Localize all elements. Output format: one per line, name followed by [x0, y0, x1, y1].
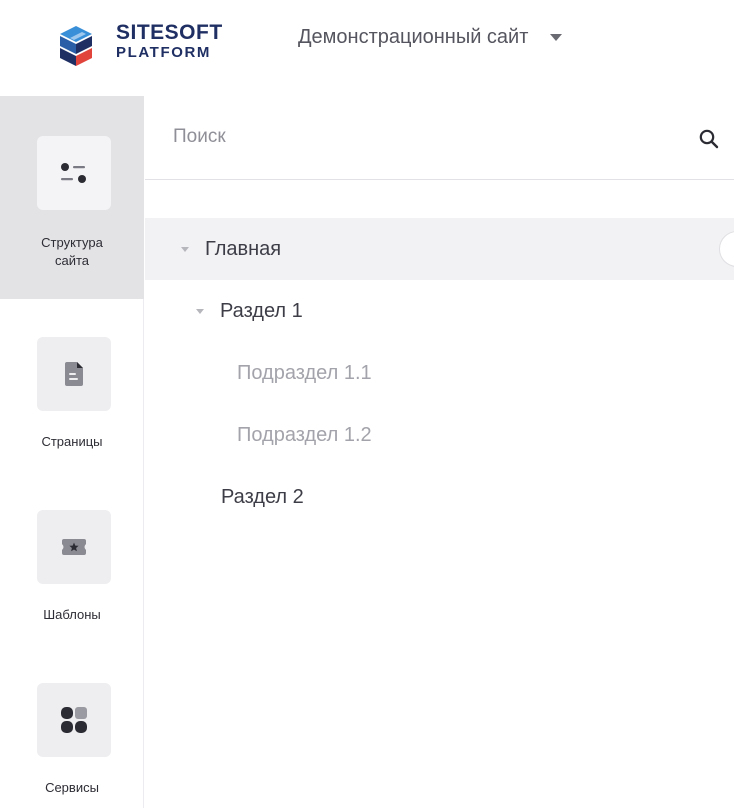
tree-node-home[interactable]: Главная: [145, 218, 734, 280]
tree-node-section-1[interactable]: Раздел 1: [145, 280, 734, 342]
chevron-down-icon[interactable]: [196, 308, 204, 314]
tree-node-section-2[interactable]: Раздел 2: [145, 466, 734, 528]
site-selector-value: Демонстрационный сайт: [298, 25, 529, 48]
sidebar-tile: [37, 136, 111, 210]
tree-node-label: Раздел 1: [220, 299, 303, 322]
sidebar-tile: [37, 510, 111, 584]
tree-node-label: Раздел 2: [221, 485, 304, 508]
sidebar-item-label: Страницы: [41, 434, 103, 449]
sitesoft-logo-icon: [60, 26, 92, 66]
sidebar-item-label: Сервисы: [45, 780, 99, 795]
search-icon[interactable]: [698, 128, 720, 150]
sidebar-item-label-line2: сайта: [54, 253, 90, 268]
template-star-icon: [62, 539, 86, 555]
brand-line-2: PLATFORM: [116, 44, 212, 61]
site-structure-icon: [61, 163, 86, 183]
page-document-icon: [65, 362, 83, 386]
sidebar-tile: [37, 337, 111, 411]
sidebar-item-pages[interactable]: Страницы: [0, 337, 144, 467]
search-bar: [145, 96, 734, 180]
tree-node-subsection-1-2[interactable]: Подраздел 1.2: [145, 404, 734, 466]
row-action-handle[interactable]: [719, 231, 734, 267]
app-header: SITESOFT PLATFORM Демонстрационный сайт: [0, 0, 734, 96]
sidebar-item-templates[interactable]: Шаблоны: [0, 510, 144, 640]
sidebar-item-site-structure[interactable]: Структура сайта: [0, 96, 144, 299]
sidebar-item-label: Шаблоны: [43, 607, 101, 622]
search-input[interactable]: [173, 122, 673, 152]
brand-name: SITESOFT PLATFORM: [116, 22, 223, 60]
caret-down-icon: [550, 33, 563, 41]
sidebar: Структура сайта Страницы Шаблоны Сервисы: [0, 96, 144, 808]
chevron-down-icon[interactable]: [181, 246, 189, 252]
brand-line-1: SITESOFT: [116, 21, 223, 44]
sidebar-item-label-line1: Структура: [41, 235, 103, 250]
tree-node-label: Подраздел 1.2: [237, 423, 372, 446]
tree-node-label: Подраздел 1.1: [237, 361, 372, 384]
sidebar-item-services[interactable]: Сервисы: [0, 683, 144, 808]
tree-node-label: Главная: [205, 237, 282, 260]
tree-node-subsection-1-1[interactable]: Подраздел 1.1: [145, 342, 734, 404]
sidebar-item-label: Структура сайта: [0, 234, 144, 270]
sidebar-tile: [37, 683, 111, 757]
site-selector[interactable]: Демонстрационный сайт: [298, 22, 563, 52]
site-structure-panel: Главная Раздел 1 Подраздел 1.1 Подраздел…: [145, 96, 734, 808]
services-grid-icon: [61, 707, 87, 733]
